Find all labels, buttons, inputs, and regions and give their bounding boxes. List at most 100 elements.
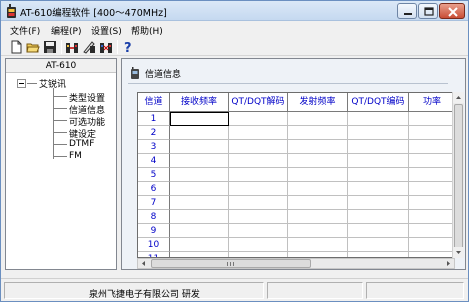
status-panel [267,282,363,299]
close-button[interactable] [439,3,465,19]
grid-cell[interactable] [288,210,348,224]
grid-cell[interactable] [409,196,454,210]
grid-cell[interactable] [348,126,409,140]
grid-cell[interactable] [288,140,348,154]
grid-cell[interactable] [229,140,288,154]
grid-cell[interactable] [348,168,409,182]
grid-cell[interactable] [288,168,348,182]
grid-cell[interactable] [348,182,409,196]
grid-cell[interactable] [348,224,409,238]
grid-cell[interactable] [229,182,288,196]
grid-cell[interactable] [229,154,288,168]
row-number[interactable]: 5 [138,168,170,182]
grid-cell[interactable] [409,154,454,168]
grid-cell[interactable] [409,182,454,196]
grid-cell[interactable] [348,112,409,126]
row-number[interactable]: 8 [138,210,170,224]
grid-cell[interactable] [170,196,229,210]
save-icon[interactable] [43,40,57,54]
row-number[interactable]: 4 [138,154,170,168]
grid-cell[interactable] [288,238,348,252]
radio-settings-icon[interactable] [99,40,113,54]
open-folder-icon[interactable] [26,40,40,54]
grid-cell[interactable] [409,238,454,252]
grid-cell[interactable] [170,126,229,140]
grid-cell[interactable] [409,112,454,126]
column-header-qt-decode[interactable]: QT/DQT解码 [229,93,288,112]
grid-cell[interactable] [288,224,348,238]
column-header-qt-encode[interactable]: QT/DQT编码 [348,93,409,112]
menu-settings[interactable]: 设置(S) [91,24,122,37]
maximize-button[interactable] [418,3,438,19]
grid-cell[interactable] [229,112,288,126]
grid-cell[interactable] [229,224,288,238]
grid-cell[interactable] [288,112,348,126]
collapse-toggle[interactable] [17,79,26,88]
grid-cell[interactable] [409,224,454,238]
minimize-button[interactable] [397,3,417,19]
radio-icon [131,67,139,79]
grid-cell[interactable] [170,168,229,182]
tree-item-fm[interactable]: FM [69,151,82,161]
new-file-icon[interactable] [9,40,23,54]
panel-divider [128,83,448,84]
grid-cell[interactable] [348,154,409,168]
scroll-grip [227,262,228,266]
grid-cell[interactable] [348,196,409,210]
scroll-left-icon[interactable] [138,259,149,268]
menu-file[interactable]: 文件(F) [10,24,40,37]
column-header-channel[interactable]: 信道 [138,93,170,112]
grid-cell[interactable] [288,182,348,196]
grid-cell[interactable] [288,154,348,168]
scroll-up-icon[interactable] [453,92,464,103]
row-number[interactable]: 6 [138,182,170,196]
vertical-scroll-thumb[interactable] [454,104,463,254]
grid-cell[interactable] [229,126,288,140]
tree-item-dtmf[interactable]: DTMF [69,139,94,149]
grid-cell[interactable] [229,196,288,210]
row-number[interactable]: 1 [138,112,170,126]
grid-cell[interactable] [170,210,229,224]
read-radio-icon[interactable] [65,40,79,54]
row-number[interactable]: 9 [138,224,170,238]
grid-cell[interactable] [348,140,409,154]
grid-cell[interactable] [229,168,288,182]
row-number[interactable]: 7 [138,196,170,210]
tree-connector [53,108,67,109]
channel-grid[interactable]: 信道 接收频率 QT/DQT解码 发射频率 QT/DQT编码 功率 123456… [137,92,455,258]
menu-help[interactable]: 帮助(H) [131,24,163,37]
grid-cell[interactable] [409,140,454,154]
horizontal-scrollbar[interactable] [137,258,455,269]
grid-cell[interactable] [409,168,454,182]
tree-connector [53,156,67,157]
row-number[interactable]: 3 [138,140,170,154]
grid-cell[interactable] [170,182,229,196]
grid-cell[interactable] [229,210,288,224]
help-icon[interactable]: ? [121,40,135,54]
grid-cell[interactable] [170,112,229,126]
column-header-power[interactable]: 功率 [409,93,454,112]
toolbar: ? [1,38,468,56]
menu-program[interactable]: 编程(P) [51,24,81,37]
grid-cell[interactable] [348,210,409,224]
grid-cell[interactable] [170,154,229,168]
grid-cell[interactable] [229,238,288,252]
grid-cell[interactable] [409,126,454,140]
grid-cell[interactable] [348,238,409,252]
grid-cell[interactable] [288,126,348,140]
row-number[interactable]: 2 [138,126,170,140]
title-bar[interactable]: AT-610编程软件 [400～470MHz] [1,1,468,21]
scroll-down-icon[interactable] [453,247,464,258]
write-radio-icon[interactable] [82,40,96,54]
grid-cell[interactable] [170,140,229,154]
scroll-right-icon[interactable] [443,259,454,268]
grid-cell[interactable] [409,210,454,224]
column-header-rx-freq[interactable]: 接收频率 [170,93,229,112]
grid-cell[interactable] [170,224,229,238]
grid-cell[interactable] [170,238,229,252]
grid-cell[interactable] [288,196,348,210]
vertical-scrollbar[interactable] [452,92,464,258]
horizontal-scroll-thumb[interactable] [151,259,311,268]
row-number[interactable]: 10 [138,238,170,252]
column-header-tx-freq[interactable]: 发射频率 [288,93,348,112]
